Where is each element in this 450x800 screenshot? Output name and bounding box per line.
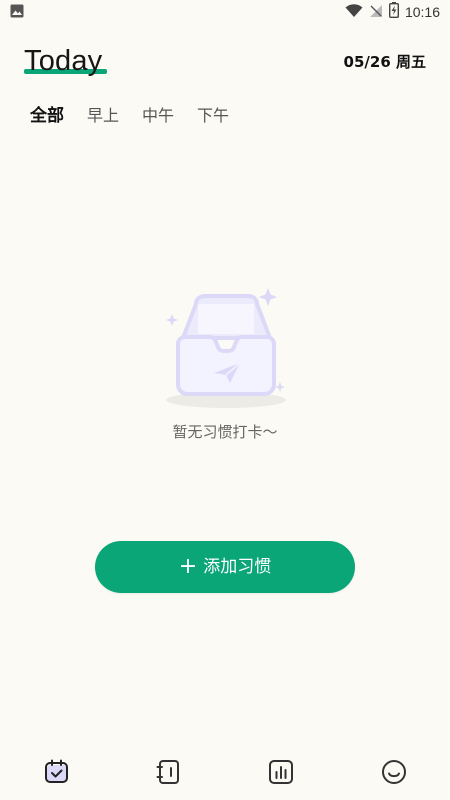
smile-icon	[379, 757, 409, 787]
nav-notebook[interactable]	[154, 757, 184, 787]
add-habit-label: 添加习惯	[203, 557, 272, 577]
nav-profile[interactable]	[379, 757, 409, 787]
tab-afternoon[interactable]: 下午	[197, 105, 229, 127]
status-right: 10:16	[345, 2, 440, 22]
notebook-icon	[154, 757, 184, 787]
date-label: 05/26 周五	[343, 53, 426, 71]
nav-today[interactable]	[42, 757, 72, 787]
image-icon	[10, 3, 24, 22]
plus-icon: +	[178, 554, 198, 579]
bottom-nav	[0, 745, 450, 800]
status-time: 10:16	[404, 4, 440, 20]
title-wrap: Today	[24, 44, 107, 78]
header: Today 05/26 周五	[24, 44, 426, 78]
nav-stats[interactable]	[266, 757, 296, 787]
wifi-icon	[345, 3, 363, 22]
status-left	[10, 3, 24, 22]
empty-message: 暂无习惯打卡～	[172, 423, 278, 441]
battery-charging-icon	[388, 2, 399, 22]
status-bar: 10:16	[0, 0, 450, 24]
tab-morning[interactable]: 早上	[87, 105, 119, 127]
no-signal-icon	[369, 3, 383, 22]
calendar-check-icon	[42, 757, 72, 787]
add-habit-button[interactable]: + 添加习惯	[95, 541, 355, 593]
tab-noon[interactable]: 中午	[142, 105, 174, 127]
stats-icon	[266, 757, 296, 787]
period-tabs: 全部 早上 中午 下午	[30, 105, 252, 127]
empty-box-icon	[160, 284, 292, 414]
page-title: Today	[24, 45, 103, 77]
tab-all[interactable]: 全部	[30, 105, 64, 127]
